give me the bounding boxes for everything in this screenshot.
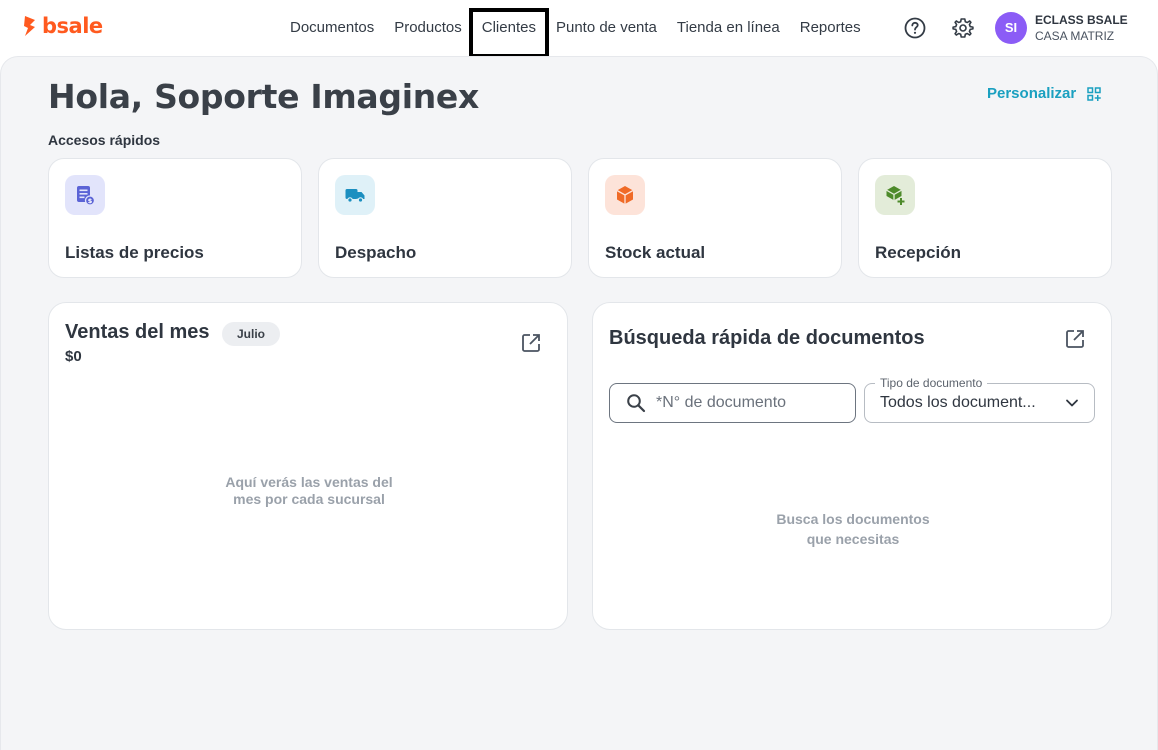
open-external-icon[interactable]: [519, 331, 543, 355]
avatar[interactable]: SI: [995, 12, 1027, 44]
customize-label: Personalizar: [987, 85, 1077, 102]
quick-access-label: Despacho: [335, 243, 417, 262]
bsale-logo-icon: [24, 16, 35, 36]
quick-access-label: Listas de precios: [65, 243, 204, 262]
gear-icon[interactable]: [951, 16, 975, 40]
monthly-sales-panel: Ventas del mes Julio $0 Aquí verás las v…: [48, 302, 568, 630]
account-name: ECLASS BSALE: [1035, 13, 1128, 27]
nav-item-punto-de-venta[interactable]: Punto de venta: [546, 0, 667, 56]
search-empty-line-1: Busca los documentos: [776, 511, 930, 527]
chevron-down-icon: [1066, 399, 1078, 407]
month-badge: Julio: [222, 322, 281, 346]
quick-access-reception[interactable]: Recepción: [858, 158, 1112, 278]
quick-access-label: Recepción: [875, 243, 961, 262]
search-empty-line-2: que necesitas: [806, 531, 900, 547]
quick-access-dispatch[interactable]: Despacho: [318, 158, 572, 278]
highlight-box: [469, 8, 549, 58]
bsale-logo[interactable]: bsale: [22, 14, 103, 38]
top-navigation-bar: bsale Documentos Productos Clientes Punt…: [0, 0, 1158, 58]
nav-item-tienda-en-linea[interactable]: Tienda en línea: [667, 0, 790, 56]
document-type-select[interactable]: Tipo de documento Todos los document...: [864, 376, 1095, 423]
main-nav: Documentos Productos Clientes Punto de v…: [280, 0, 871, 56]
nav-item-reportes[interactable]: Reportes: [790, 0, 871, 56]
customize-button[interactable]: Personalizar: [987, 85, 1102, 102]
quick-access-price-lists[interactable]: $ Listas de precios: [48, 158, 302, 278]
open-external-icon[interactable]: [1063, 327, 1087, 351]
quick-access-label: Stock actual: [605, 243, 706, 262]
document-number-input[interactable]: [656, 392, 846, 414]
sales-empty-message: Aquí verás las ventas del mes por cada s…: [179, 474, 439, 508]
truck-icon: [335, 175, 375, 215]
svg-text:$: $: [88, 197, 93, 205]
account-info[interactable]: ECLASS BSALE CASA MATRIZ: [1035, 12, 1128, 44]
box-add-icon: [875, 175, 915, 215]
document-search-title: Búsqueda rápida de documentos: [609, 327, 925, 349]
document-search-panel: Búsqueda rápida de documentos Tipo de do…: [592, 302, 1112, 630]
account-branch: CASA MATRIZ: [1035, 29, 1115, 43]
brand-name: bsale: [42, 14, 103, 38]
nav-item-productos[interactable]: Productos: [384, 0, 472, 56]
monthly-sales-amount: $0: [65, 348, 82, 365]
quick-access-stock[interactable]: Stock actual: [588, 158, 842, 278]
search-icon: [627, 394, 646, 413]
help-icon[interactable]: [903, 16, 927, 40]
nav-item-documentos[interactable]: Documentos: [280, 0, 384, 56]
sales-empty-line-1: Aquí verás las ventas del: [225, 474, 393, 490]
box-icon: [605, 175, 645, 215]
dashboard-add-icon: [1087, 86, 1101, 101]
quick-access-title: Accesos rápidos: [48, 132, 161, 148]
price-list-icon: $: [65, 175, 105, 215]
document-search-empty-message: Busca los documentos que necesitas: [723, 509, 983, 549]
monthly-sales-title: Ventas del mes: [65, 321, 210, 343]
page-title: Hola, Soporte Imaginex: [48, 77, 479, 116]
main-content: Hola, Soporte Imaginex Personalizar Acce…: [0, 56, 1158, 750]
document-type-label: Tipo de documento: [875, 376, 988, 390]
document-number-field[interactable]: [609, 383, 856, 423]
document-type-value: Todos los document...: [880, 394, 1036, 411]
sales-empty-line-2: mes por cada sucursal: [233, 491, 385, 507]
